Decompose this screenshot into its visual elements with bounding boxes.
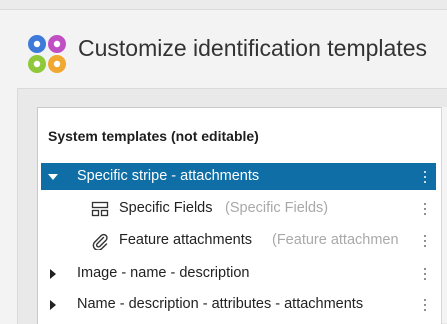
dialog-header: Customize identification templates bbox=[0, 10, 447, 86]
more-options-icon[interactable] bbox=[424, 169, 427, 184]
tree-row-label: Specific Fields bbox=[119, 200, 213, 216]
more-options-icon[interactable] bbox=[424, 297, 427, 312]
side-panel-edge bbox=[441, 107, 447, 323]
section-label-system-templates: System templates (not editable) bbox=[48, 128, 259, 144]
tree-row-description: (Feature attachmen bbox=[272, 232, 399, 248]
caret-down-icon[interactable] bbox=[46, 170, 60, 184]
tree-row-name-description-attributes-attachments[interactable]: Name - description - attributes - attach… bbox=[41, 291, 436, 318]
window-top-bar bbox=[0, 0, 447, 10]
more-options-icon[interactable] bbox=[424, 201, 427, 216]
paperclip-icon bbox=[92, 233, 108, 250]
tree-row-label: Image - name - description bbox=[77, 265, 250, 281]
fields-icon bbox=[91, 201, 109, 217]
tree-row-label: Name - description - attributes - attach… bbox=[77, 296, 364, 312]
templates-tree: System templates (not editable) Specific… bbox=[37, 107, 442, 324]
tree-row-label: Specific stripe - attachments bbox=[77, 168, 260, 184]
more-options-icon[interactable] bbox=[424, 266, 427, 281]
caret-right-icon[interactable] bbox=[46, 298, 60, 312]
tree-row-specific-fields[interactable]: Specific Fields (Specific Fields) bbox=[41, 195, 436, 222]
tree-row-image-name-description[interactable]: Image - name - description bbox=[41, 260, 436, 287]
dialog-title: Customize identification templates bbox=[78, 35, 427, 61]
tree-row-feature-attachments[interactable]: Feature attachments (Feature attachmen bbox=[41, 227, 436, 254]
tree-row-specific-stripe-attachments[interactable]: Specific stripe - attachments bbox=[41, 163, 436, 190]
tree-row-label: Feature attachments bbox=[119, 232, 252, 248]
more-options-icon[interactable] bbox=[424, 233, 427, 248]
caret-right-icon[interactable] bbox=[46, 267, 60, 281]
tree-row-description: (Specific Fields) bbox=[225, 200, 329, 216]
app-logo-icon bbox=[28, 35, 66, 73]
